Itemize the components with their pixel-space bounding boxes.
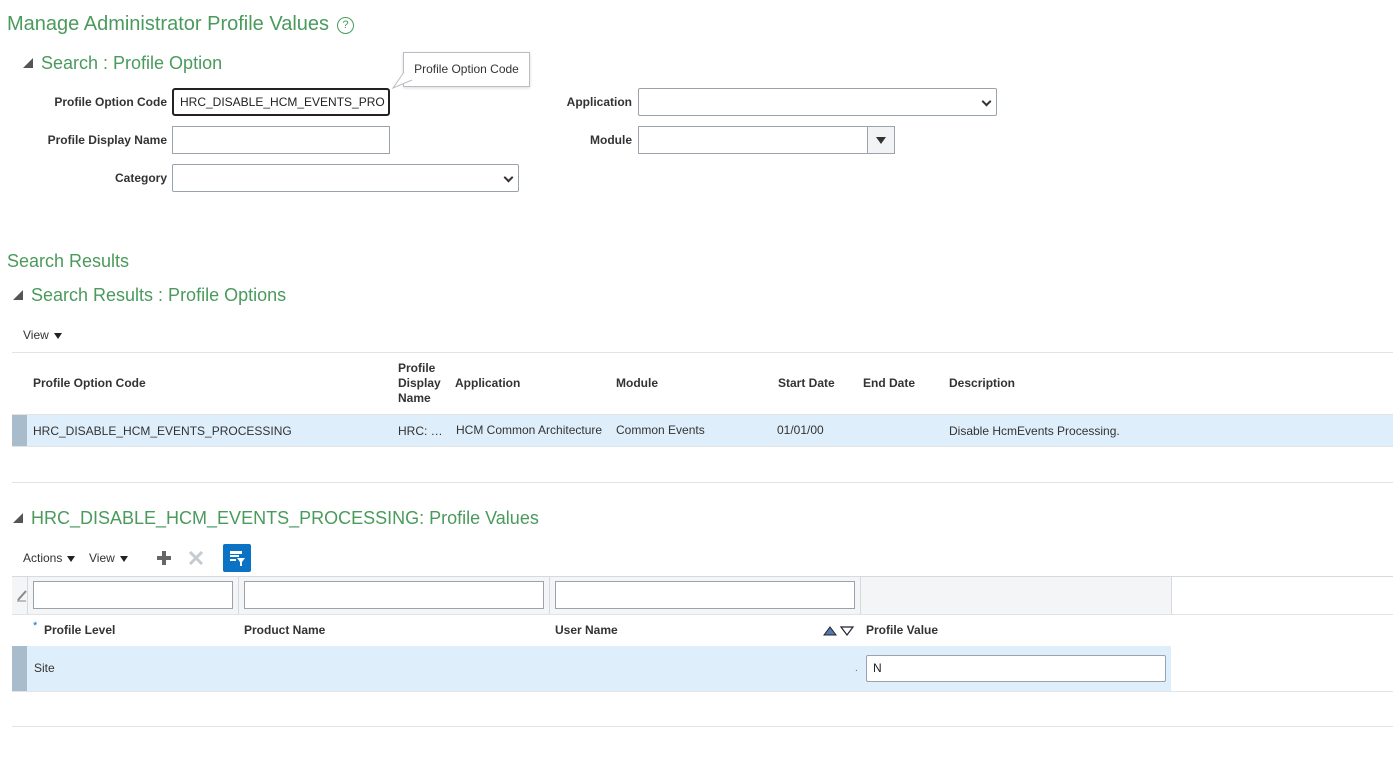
profile-option-code-label: Profile Option Code [54, 95, 167, 109]
filter-profile-level-input[interactable] [33, 581, 233, 609]
profile-display-name-label: Profile Display Name [47, 133, 167, 147]
collapse-search-icon[interactable] [23, 58, 33, 68]
section-divider [12, 482, 1393, 483]
caret-down-icon [67, 555, 76, 562]
chevron-down-icon [503, 172, 514, 183]
caret-down-icon [876, 137, 886, 144]
collapse-results-icon[interactable] [13, 290, 23, 300]
application-select[interactable] [638, 88, 997, 116]
add-icon[interactable] [156, 550, 172, 566]
actions-menu[interactable]: Actions [23, 551, 76, 565]
row-module: Common Events [616, 423, 705, 437]
category-select[interactable] [172, 164, 519, 192]
row-application: HCM Common Architecture [456, 423, 603, 437]
search-results-subheading: Search Results : Profile Options [31, 285, 287, 305]
category-label: Category [114, 171, 167, 185]
actions-label: Actions [23, 551, 63, 565]
col-header-display-name-line1: Profile [398, 361, 436, 375]
module-label: Module [590, 133, 632, 147]
row-selector[interactable] [12, 646, 27, 691]
row-start-date: 01/01/00 [777, 423, 824, 437]
profile-option-code-input[interactable]: HRC_DISABLE_HCM_EVENTS_PRO [172, 88, 390, 116]
col-header-display-name[interactable]: Profile Display Name [398, 361, 441, 406]
application-label: Application [566, 95, 632, 109]
table-top-border [12, 352, 1393, 353]
view-menu-values[interactable]: View [89, 551, 128, 565]
col-header-description[interactable]: Description [949, 376, 1015, 390]
row-display-name: HRC: … [398, 424, 443, 438]
module-dropdown-button[interactable] [867, 126, 895, 154]
row-description: Disable HcmEvents Processing. [949, 424, 1120, 438]
column-divider [27, 577, 28, 614]
row-marker: . [855, 663, 858, 674]
column-divider [1171, 577, 1172, 614]
profile-value-input[interactable]: N [866, 655, 1166, 682]
help-icon[interactable]: ? [337, 17, 354, 34]
profile-display-name-input[interactable] [172, 126, 390, 154]
query-by-example-button[interactable] [223, 544, 251, 572]
column-divider [860, 577, 861, 614]
collapse-values-icon[interactable] [13, 513, 23, 523]
search-results-heading: Search Results [7, 251, 130, 271]
view-menu[interactable]: View [23, 328, 62, 342]
page-title: Manage Administrator Profile Values [7, 13, 330, 35]
view-label: View [23, 328, 49, 342]
col-header-product-name[interactable]: Product Name [244, 623, 325, 637]
col-header-display-name-line3: Name [398, 391, 431, 405]
chevron-down-icon [981, 96, 992, 107]
module-input[interactable] [638, 126, 868, 154]
col-header-module[interactable]: Module [616, 376, 658, 390]
table-bottom-border [12, 691, 1393, 692]
row-profile-level: Site [34, 661, 55, 675]
row-divider [12, 614, 1393, 615]
filter-user-name-input[interactable] [555, 581, 855, 609]
filter-product-name-input[interactable] [244, 581, 544, 609]
table-row[interactable]: Site . N [12, 646, 1171, 691]
section-divider [12, 726, 1393, 727]
row-selector[interactable] [12, 415, 27, 446]
required-icon: * [33, 620, 38, 632]
caret-down-icon [119, 555, 128, 562]
filter-icon [230, 551, 245, 566]
caret-down-icon [53, 332, 62, 339]
col-header-end-date[interactable]: End Date [863, 376, 915, 390]
col-header-profile-value[interactable]: Profile Value [866, 623, 938, 637]
profile-values-heading: HRC_DISABLE_HCM_EVENTS_PROCESSING: Profi… [31, 508, 539, 528]
col-header-profile-level[interactable]: Profile Level [44, 623, 115, 637]
tooltip-tail-icon [391, 72, 413, 90]
col-header-user-name[interactable]: User Name [555, 623, 618, 637]
delete-icon[interactable] [188, 550, 204, 566]
tooltip: Profile Option Code [403, 52, 530, 87]
column-divider [238, 577, 239, 614]
col-header-application[interactable]: Application [455, 376, 520, 390]
search-heading: Search : Profile Option [41, 53, 223, 73]
table-bottom-border [12, 446, 1393, 447]
view-label: View [89, 551, 115, 565]
row-code: HRC_DISABLE_HCM_EVENTS_PROCESSING [33, 424, 292, 438]
sort-icon[interactable] [822, 625, 856, 637]
col-header-display-name-line2: Display [398, 376, 441, 390]
column-divider [549, 577, 550, 614]
col-header-code[interactable]: Profile Option Code [33, 376, 146, 390]
table-row[interactable]: HRC_DISABLE_HCM_EVENTS_PROCESSING HRC: …… [12, 415, 1393, 446]
col-header-start-date[interactable]: Start Date [778, 376, 835, 390]
